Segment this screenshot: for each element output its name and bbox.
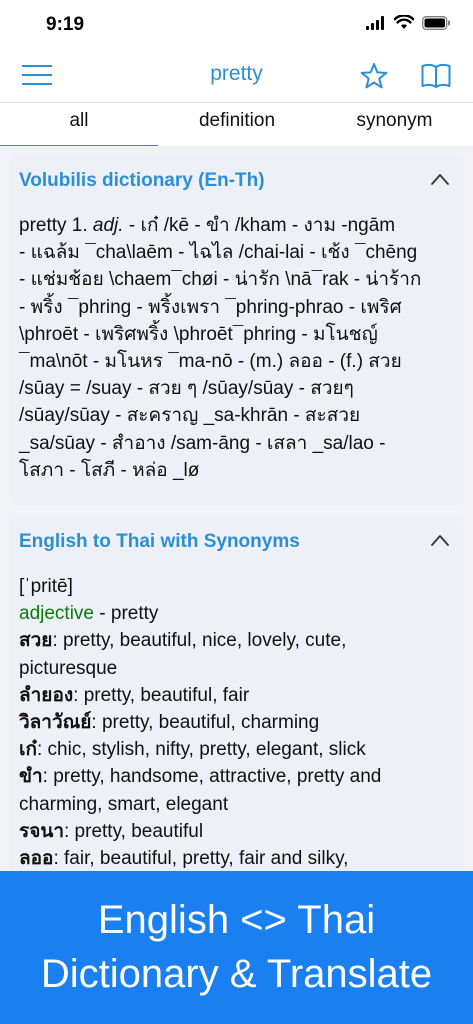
thai-headword[interactable]: รจนา bbox=[19, 821, 64, 842]
banner-line-1: English <> Thai bbox=[97, 898, 376, 942]
thai-headword[interactable]: สวย bbox=[19, 630, 52, 651]
volubilis-card: Volubilis dictionary (En-Th) pretty 1. a… bbox=[9, 154, 464, 505]
definition-line: /sūay/sūay - สะคราญ _sa-khrān - สะสวย bbox=[19, 405, 361, 427]
synonym-entry: picturesque bbox=[19, 655, 459, 682]
tab-synonym[interactable]: synonym bbox=[316, 103, 473, 147]
definition-line: ¯ma\nōt - มโนหร ¯ma-nō - (m.) ลออ - (f.)… bbox=[19, 351, 402, 373]
chevron-up-icon[interactable] bbox=[430, 172, 450, 186]
tab-definition[interactable]: definition bbox=[158, 103, 316, 147]
star-icon[interactable] bbox=[360, 62, 388, 90]
synonym-text: : chic, stylish, nifty, pretty, elegant,… bbox=[37, 739, 366, 761]
synonym-entry: วิลาวัณย์: pretty, beautiful, charming bbox=[19, 709, 459, 736]
volubilis-card-header[interactable]: Volubilis dictionary (En-Th) bbox=[9, 154, 464, 208]
synonym-entry: เก๋: chic, stylish, nifty, pretty, elega… bbox=[19, 736, 459, 763]
synonym-text: picturesque bbox=[19, 657, 118, 679]
synonym-entry: รจนา: pretty, beautiful bbox=[19, 818, 459, 845]
synonym-entry: ขำ: pretty, handsome, attractive, pretty… bbox=[19, 763, 459, 790]
synonym-text: : pretty, beautiful, fair bbox=[73, 684, 250, 706]
definition-line: - แช่มช้อย \chaem¯chøi - น่ารัก \nā¯rak … bbox=[19, 269, 422, 291]
synonym-text: : fair, beautiful, pretty, fair and silk… bbox=[53, 848, 349, 870]
thai-headword[interactable]: ลำยอง bbox=[19, 685, 73, 706]
synonym-text: : pretty, beautiful, charming bbox=[91, 712, 320, 734]
definition-line: \phroēt - เพริศพริ้ง \phroēt¯phring - มโ… bbox=[19, 323, 378, 345]
pos-adj: adj. bbox=[92, 215, 124, 236]
synonym-entries: สวย: pretty, beautiful, nice, lovely, cu… bbox=[19, 627, 459, 872]
thai-headword[interactable]: วิลาวัณย์ bbox=[19, 712, 91, 733]
card-title: Volubilis dictionary (En-Th) bbox=[19, 170, 265, 191]
thai-headword[interactable]: เก๋ bbox=[19, 739, 37, 760]
synonym-entry: ลำยอง: pretty, beautiful, fair bbox=[19, 682, 459, 709]
search-term-title: pretty bbox=[210, 62, 263, 85]
wifi-icon bbox=[394, 15, 414, 29]
promo-banner: English <> Thai Dictionary & Translate bbox=[0, 871, 473, 1024]
definition-line: pretty 1. adj. - เก๋ /kē - ขำ /kham - งา… bbox=[19, 215, 396, 236]
volubilis-definition: pretty 1. adj. - เก๋ /kē - ขำ /kham - งา… bbox=[19, 212, 459, 484]
thai-headword[interactable]: ขำ bbox=[19, 766, 43, 787]
synonyms-card-header[interactable]: English to Thai with Synonyms bbox=[9, 515, 464, 569]
status-bar: 9:19 bbox=[0, 0, 473, 50]
chevron-up-icon[interactable] bbox=[430, 533, 450, 547]
navigation-bar: pretty bbox=[0, 50, 473, 102]
status-icons bbox=[366, 15, 451, 30]
definition-line: /sūay = /suay - สวย ๆ /sūay/sūay - สวยๆ bbox=[19, 378, 354, 400]
pronunciation: [ˈpritē] bbox=[19, 576, 73, 597]
status-time: 9:19 bbox=[46, 14, 85, 35]
signal-icon bbox=[366, 15, 384, 30]
synonym-text: : pretty, beautiful bbox=[64, 820, 204, 842]
definition-line: _sa/sūay - สำอาง /sam-āng - เสลา _sa/lao… bbox=[19, 432, 386, 454]
definition-line: - พริ้ง ¯phring - พริ้งเพรา ¯phring-phra… bbox=[19, 296, 402, 318]
synonym-entry: charming, smart, elegant bbox=[19, 791, 459, 818]
book-icon[interactable] bbox=[421, 63, 451, 89]
definition-line: โสภา - โสภี - หล่อ _lø bbox=[19, 459, 200, 481]
battery-icon bbox=[422, 15, 450, 30]
definition-line: - แฉล้ม ¯cha\laēm - ไฉไล /chai-lai - เช้… bbox=[19, 242, 418, 264]
tab-bar: all definition synonym bbox=[0, 102, 473, 148]
synonym-entry: สวย: pretty, beautiful, nice, lovely, cu… bbox=[19, 627, 459, 654]
synonyms-list: [ˈpritē] adjective - pretty สวย: pretty,… bbox=[19, 573, 459, 872]
synonym-text: : pretty, handsome, attractive, pretty a… bbox=[42, 766, 382, 788]
synonym-entry: ลออ: fair, beautiful, pretty, fair and s… bbox=[19, 845, 459, 872]
tab-all[interactable]: all bbox=[0, 103, 158, 147]
part-of-speech: adjective - pretty bbox=[19, 603, 159, 625]
synonym-text: charming, smart, elegant bbox=[19, 793, 229, 815]
thai-headword[interactable]: ลออ bbox=[19, 848, 53, 869]
banner-line-2: Dictionary & Translate bbox=[40, 952, 433, 996]
card-title: English to Thai with Synonyms bbox=[19, 531, 300, 552]
synonym-text: : pretty, beautiful, nice, lovely, cute, bbox=[52, 630, 347, 652]
